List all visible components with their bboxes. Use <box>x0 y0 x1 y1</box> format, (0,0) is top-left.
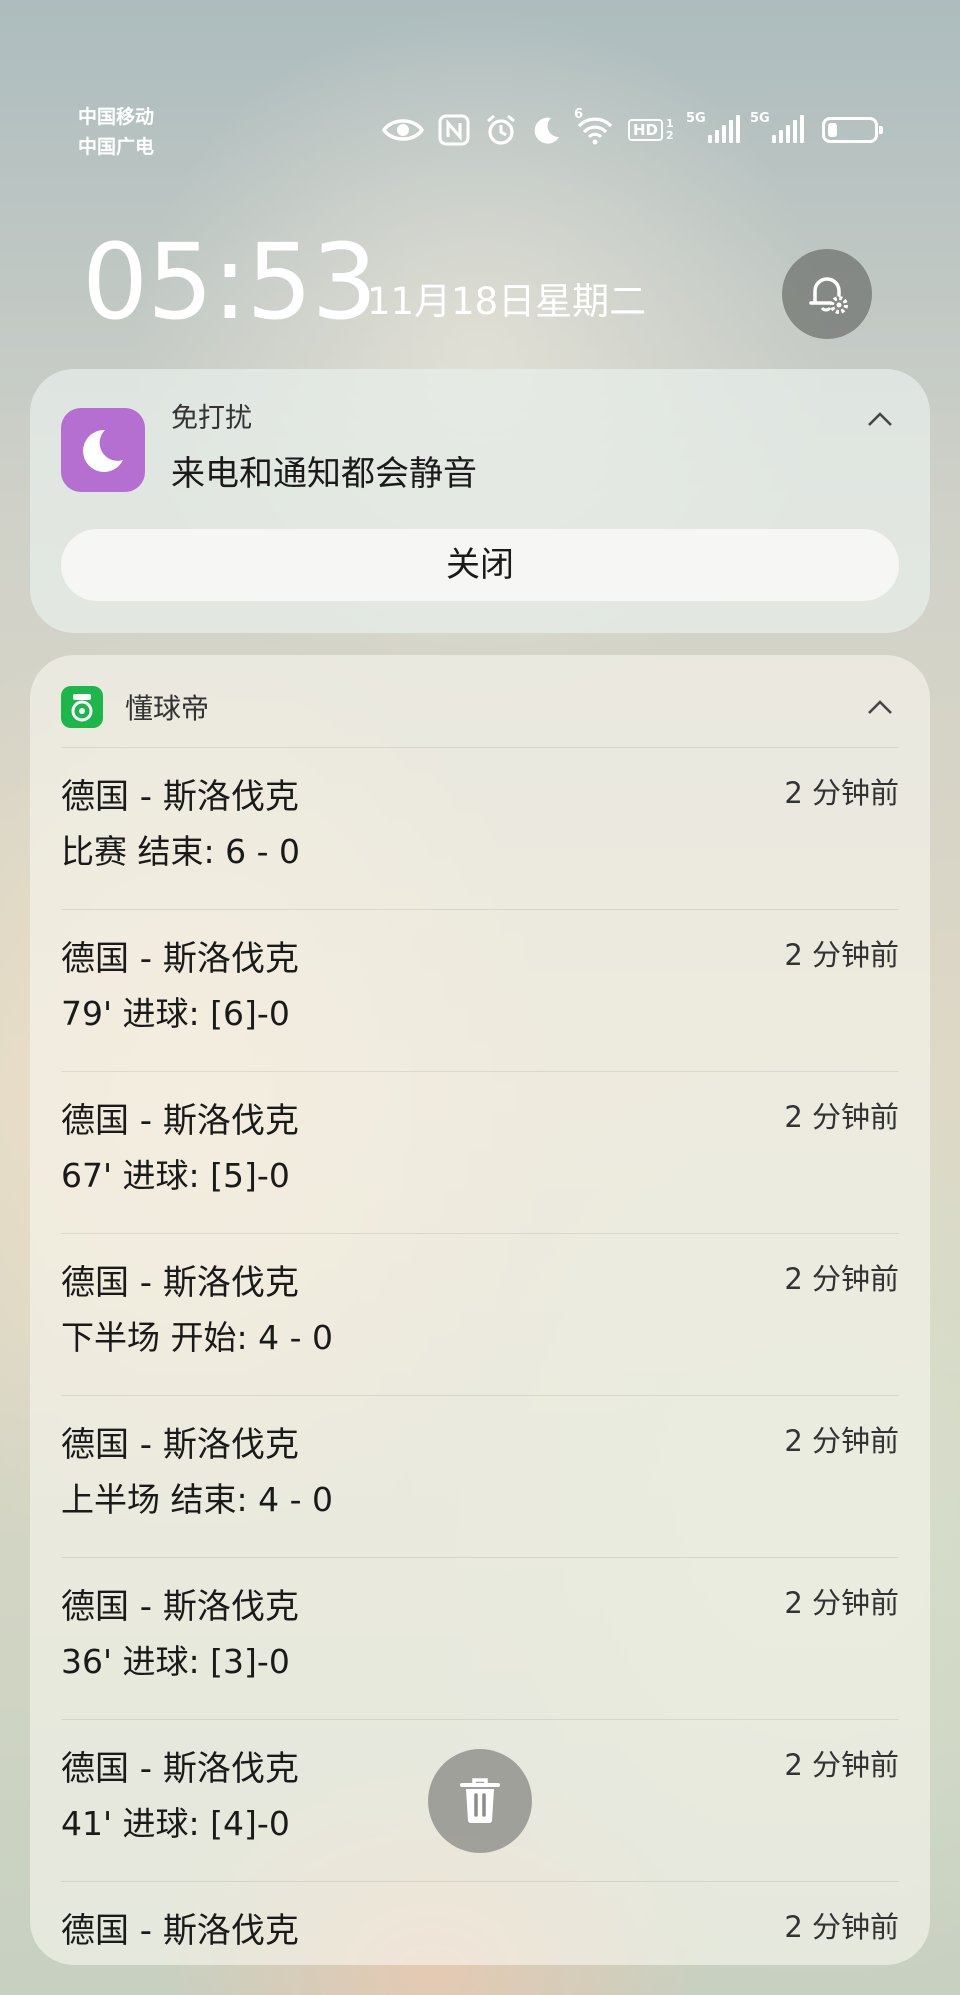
wifi-label: 6 <box>573 107 584 122</box>
news-title: 德国 - 斯洛伐克 <box>61 939 299 979</box>
news-title: 德国 - 斯洛伐克 <box>61 1263 299 1303</box>
carrier-name-2: 中国广电 <box>78 136 155 158</box>
battery-icon <box>822 117 883 143</box>
news-header: 懂球帝 <box>61 679 209 735</box>
list-item[interactable]: 德国 - 斯洛伐克 2 分钟前 67' 进球: [5]-0 <box>61 1071 899 1233</box>
news-title: 德国 - 斯洛伐克 <box>61 1749 299 1789</box>
hd-sub: 1 2 <box>666 117 674 142</box>
list-item[interactable]: 德国 - 斯洛伐克 2 分钟前 下半场 开始: 4 - 0 <box>61 1233 899 1395</box>
news-title: 德国 - 斯洛伐克 <box>61 1587 299 1627</box>
bell-settings-icon <box>809 277 848 314</box>
news-time: 2 分钟前 <box>784 1748 899 1782</box>
dnd-close-button[interactable]: 关闭 <box>61 529 899 601</box>
alarm-icon <box>484 113 518 147</box>
lock-time: 05:53 <box>82 221 378 343</box>
eye-icon <box>381 116 424 144</box>
wifi-icon: 6 <box>574 107 614 145</box>
list-item[interactable]: 德国 - 斯洛伐克 2 分钟前 上半场 结束: 4 - 0 <box>61 1395 899 1557</box>
list-item[interactable]: 德国 - 斯洛伐克 2 分钟前 比赛 结束: 6 - 0 <box>61 747 899 909</box>
carrier-name-1: 中国移动 <box>78 106 155 128</box>
news-body: 79' 进球: [6]-0 <box>61 994 290 1033</box>
nfc-icon <box>438 114 470 146</box>
news-title: 德国 - 斯洛伐克 <box>61 777 299 817</box>
news-time: 2 分钟前 <box>784 1262 899 1296</box>
notification-settings-button[interactable] <box>782 249 872 339</box>
news-time: 2 分钟前 <box>784 1910 899 1944</box>
collapse-chevron-icon[interactable] <box>864 403 896 435</box>
news-body: 比赛 结束: 6 - 0 <box>61 832 300 871</box>
hd-label: HD <box>627 119 663 141</box>
news-body: 41' 进球: [4]-0 <box>61 1804 290 1843</box>
news-time: 2 分钟前 <box>784 1424 899 1458</box>
list-item[interactable]: 德国 - 斯洛伐克 2 分钟前 36' 进球: [3]-0 <box>61 1557 899 1719</box>
dnd-app-name: 免打扰 <box>171 403 252 434</box>
dnd-notification-card[interactable]: 免打扰 来电和通知都会静音 关闭 <box>30 369 930 633</box>
news-body: 67' 进球: [5]-0 <box>61 1156 290 1195</box>
news-time: 2 分钟前 <box>784 1586 899 1620</box>
carrier-info: 中国移动 中国广电 <box>78 102 154 162</box>
list-item[interactable]: 德国 - 斯洛伐克 2 分钟前 79' 进球: [6]-0 <box>61 909 899 1071</box>
news-body: 36' 进球: [3]-0 <box>61 1642 290 1681</box>
net-label-2: 5G <box>750 111 770 126</box>
dnd-message: 来电和通知都会静音 <box>171 454 477 494</box>
trash-icon <box>460 1778 500 1824</box>
news-title: 德国 - 斯洛伐克 <box>61 1101 299 1141</box>
news-body: 上半场 结束: 4 - 0 <box>61 1480 333 1519</box>
moon-icon <box>61 408 145 492</box>
battery-fill <box>828 123 837 137</box>
signal-icon: 5G <box>750 111 804 143</box>
news-time: 2 分钟前 <box>784 1100 899 1134</box>
status-icons: 6 HD 1 2 5G 5G <box>381 107 883 148</box>
news-app-name: 懂球帝 <box>125 692 210 725</box>
list-item[interactable]: 德国 - 斯洛伐克 2 分钟前 <box>61 1881 899 1965</box>
clear-notifications-button[interactable] <box>428 1749 532 1853</box>
lock-date: 11月18日星期二 <box>367 280 647 323</box>
news-time: 2 分钟前 <box>784 938 899 972</box>
signal-icon: 5G <box>686 111 740 143</box>
news-title: 德国 - 斯洛伐克 <box>61 1911 299 1951</box>
news-body: 下半场 开始: 4 - 0 <box>61 1318 333 1357</box>
collapse-chevron-icon[interactable] <box>864 691 896 723</box>
hd-icon: HD 1 2 <box>627 117 676 142</box>
news-time: 2 分钟前 <box>784 776 899 810</box>
soccer-ball-icon <box>61 686 103 728</box>
news-title: 德国 - 斯洛伐克 <box>61 1425 299 1465</box>
net-label-1: 5G <box>686 111 706 126</box>
moon-icon <box>532 115 562 145</box>
